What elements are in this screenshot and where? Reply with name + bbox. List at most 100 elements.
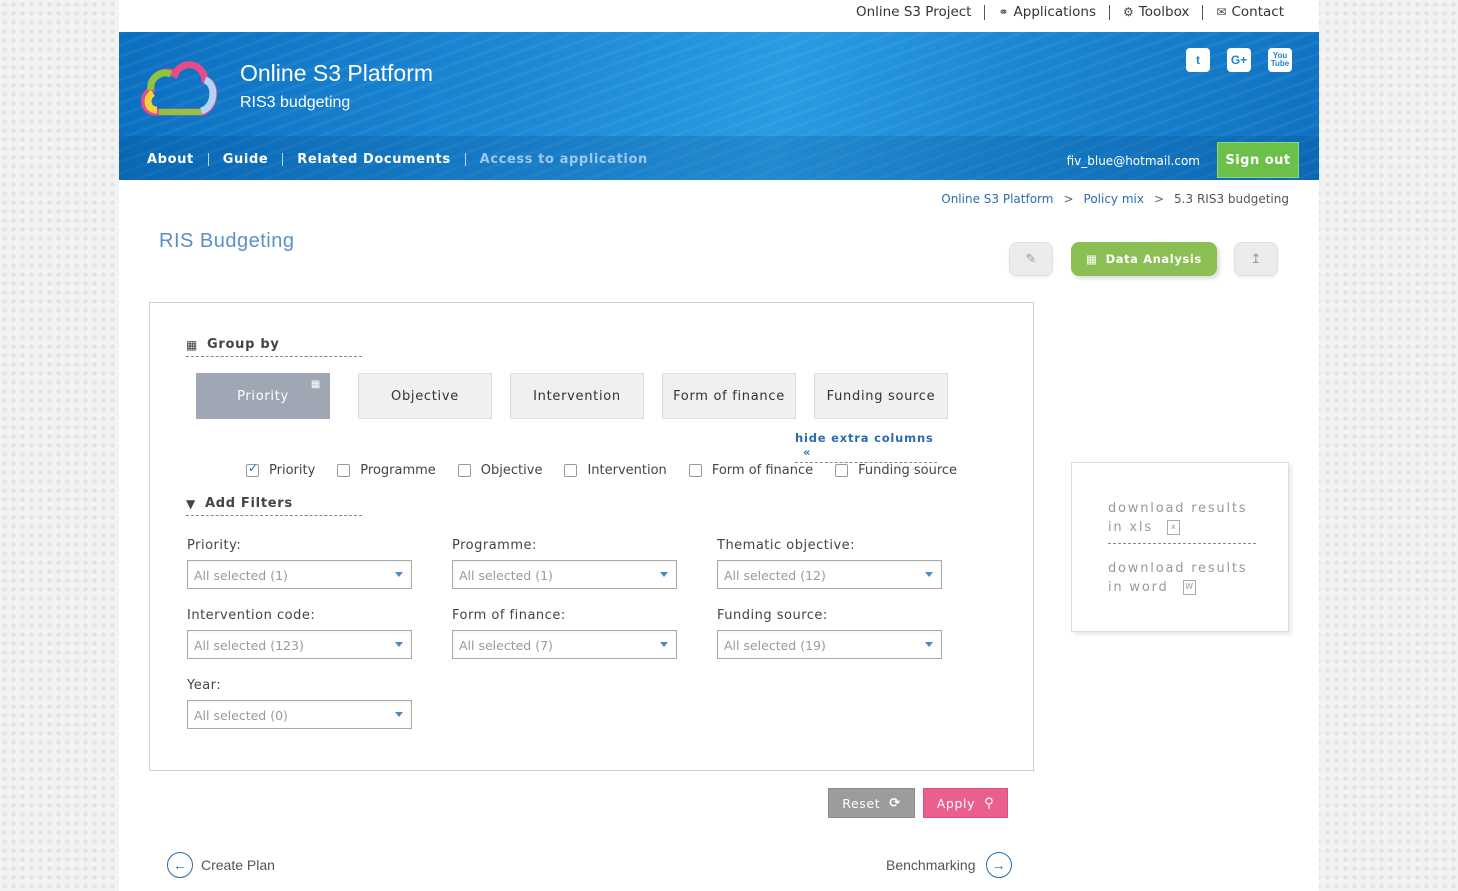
breadcrumb-separator: > [1153,192,1165,206]
select-value: All selected (19) [724,638,826,653]
table-icon: ▦ [1086,252,1098,266]
breadcrumb: Online S3 Platform > Policy mix > 5.3 RI… [941,192,1289,206]
grid-small-icon: ▦ [310,379,321,390]
sign-out-button[interactable]: Sign out [1217,142,1299,178]
checkbox-box[interactable] [564,464,578,477]
twitter-icon[interactable]: t [1186,48,1210,72]
download-word-line1: download results [1108,561,1248,576]
nav-label: Contact [1231,4,1284,20]
reset-button[interactable]: Reset ⟳ [828,788,915,818]
tab-objective[interactable]: Objective [358,373,492,419]
group-by-heading: ▦ Group by [186,337,362,357]
checkbox-priority[interactable]: Priority [246,461,316,478]
download-word-link[interactable]: download results in word W [1108,559,1247,597]
word-file-icon: W [1182,580,1196,595]
nav-about[interactable]: About [147,153,208,166]
prev-step-label: Create Plan [201,857,275,873]
next-step-link[interactable]: Benchmarking → [886,852,1012,878]
tab-label: Form of finance [673,388,785,404]
priority-select[interactable]: All selected (1) [187,560,412,589]
checkbox-box[interactable] [835,464,849,477]
thematic-objective-select[interactable]: All selected (12) [717,560,942,589]
tab-label: Objective [391,388,459,404]
intervention-code-select[interactable]: All selected (123) [187,630,412,659]
checkbox-form-of-finance[interactable]: Form of finance [688,463,814,478]
select-value: All selected (12) [724,568,826,583]
data-analysis-button[interactable]: ▦ Data Analysis [1071,242,1217,276]
programme-select[interactable]: All selected (1) [452,560,677,589]
next-step-label: Benchmarking [886,857,976,873]
checkbox-label: Intervention [587,463,667,478]
utility-nav: Online S3 Project ⚭ Applications ⚙ Toolb… [843,5,1297,20]
breadcrumb-item[interactable]: Policy mix [1084,192,1144,206]
checkbox-objective[interactable]: Objective [457,463,543,478]
header-banner: Online S3 Platform RIS3 budgeting t G+ Y… [119,32,1319,180]
checkbox-programme[interactable]: Programme [337,463,436,478]
nav-guide[interactable]: Guide [207,153,283,166]
data-analysis-label: Data Analysis [1105,252,1202,266]
tab-label: Funding source [826,388,936,404]
nav-label: Online S3 Project [856,4,972,20]
reset-label: Reset [842,795,881,811]
caret-down-icon [925,572,933,577]
checkbox-intervention[interactable]: Intervention [564,463,667,478]
filter-label-thematic-objective: Thematic objective: [717,538,856,553]
tab-form-of-finance[interactable]: Form of finance [662,373,796,419]
nav-contact[interactable]: ✉ Contact [1202,5,1297,20]
form-of-finance-select[interactable]: All selected (7) [452,630,677,659]
nav-label: Toolbox [1138,4,1190,20]
filter-label-year: Year: [187,678,222,693]
nav-related-documents[interactable]: Related Documents [282,153,464,166]
checkbox-label: Objective [480,463,543,478]
refresh-icon: ⟳ [889,795,901,811]
filter-label-priority: Priority: [187,538,242,553]
checkbox-label: Programme [360,463,436,478]
youtube-icon[interactable]: You Tube [1268,48,1292,72]
apply-label: Apply [936,795,976,811]
download-xls-line1: download results [1108,501,1248,516]
nav-access-to-application[interactable]: Access to application [464,153,662,166]
caret-down-icon [660,572,668,577]
checkbox-funding-source[interactable]: Funding source [835,463,957,478]
gear-icon: ⚙ [1123,5,1134,19]
site-subtitle: RIS3 budgeting [240,94,351,111]
nav-applications[interactable]: ⚭ Applications [984,5,1109,20]
cloud-logo-icon[interactable] [139,56,217,118]
main-nav: About Guide Related Documents Access to … [147,153,662,166]
column-checkboxes: Priority Programme Objective Interventio… [246,461,979,478]
edit-button[interactable]: ✎ [1009,242,1053,276]
hide-extra-columns-link[interactable]: hide extra columns « [795,431,937,463]
checkbox-label: Priority [269,463,316,478]
nav-toolbox[interactable]: ⚙ Toolbox [1109,5,1202,20]
checkbox-box[interactable] [688,464,702,477]
page-container: Online S3 Project ⚭ Applications ⚙ Toolb… [119,0,1319,891]
checkbox-box[interactable] [246,461,259,477]
breadcrumb-item[interactable]: Online S3 Platform [941,192,1053,206]
arrow-left-icon: ← [167,852,193,878]
funding-source-select[interactable]: All selected (19) [717,630,942,659]
tab-label: Priority [237,388,289,404]
checkbox-label: Form of finance [711,463,814,478]
filter-label-funding-source: Funding source: [717,608,828,623]
prev-step-link[interactable]: ← Create Plan [167,852,275,878]
select-value: All selected (7) [459,638,553,653]
select-value: All selected (123) [194,638,304,653]
google-plus-icon[interactable]: G+ [1227,48,1251,72]
tab-funding-source[interactable]: Funding source [814,373,948,419]
checkbox-box[interactable] [337,464,351,477]
download-xls-link[interactable]: download results in xls x [1108,499,1247,537]
tab-priority[interactable]: Priority ▦ [196,373,330,419]
select-value: All selected (1) [194,568,288,583]
filter-panel: ▦ Group by Priority ▦ Objective Interven… [149,302,1034,771]
apply-button[interactable]: Apply ⚲ [923,788,1008,818]
checkbox-box[interactable] [457,464,471,477]
caret-down-icon [395,642,403,647]
nav-online-s3-project[interactable]: Online S3 Project [843,5,984,20]
xls-file-icon: x [1166,520,1180,535]
add-filters-heading: ▼ Add Filters [186,496,362,516]
year-select[interactable]: All selected (0) [187,700,412,729]
tab-intervention[interactable]: Intervention [510,373,644,419]
envelope-icon: ✉ [1216,5,1227,19]
chart-button[interactable]: ↥ [1234,242,1278,276]
checkbox-label: Funding source [858,463,958,478]
